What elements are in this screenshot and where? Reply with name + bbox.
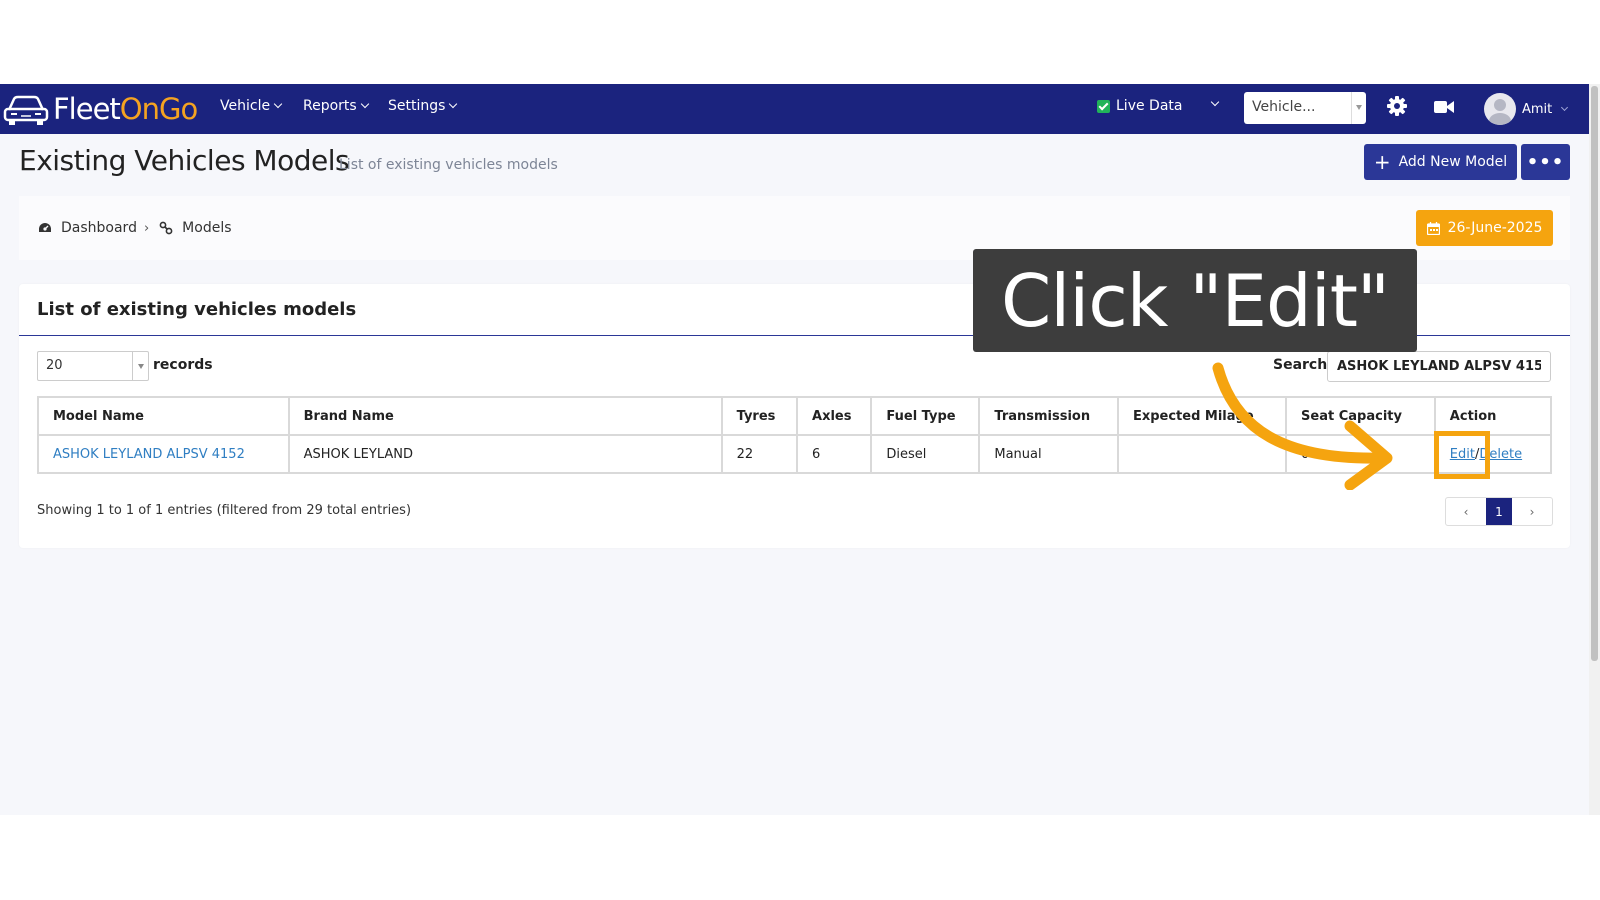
plus-icon: + [1373, 150, 1391, 174]
page-title: Existing Vehicles Models [19, 144, 350, 177]
dashboard-icon [39, 223, 51, 232]
cell-brand-name: ASHOK LEYLAND [287, 434, 723, 474]
video-camera-icon[interactable] [1434, 99, 1454, 115]
avatar [1484, 93, 1516, 125]
model-name-link[interactable]: ASHOK LEYLAND ALPSV 4152 [53, 447, 245, 462]
cell-model-name: ASHOK LEYLAND ALPSV 4152 [37, 434, 290, 474]
car-logo-icon [3, 95, 49, 125]
brand-name: FleetOnGo [53, 92, 198, 126]
live-data-checkbox[interactable] [1097, 99, 1110, 113]
gear-icon[interactable] [1387, 96, 1407, 116]
add-new-model-label: Add New Model [1398, 154, 1508, 170]
breadcrumb-separator: › [143, 220, 150, 236]
edit-highlight-box [1434, 431, 1490, 479]
calendar-icon [1426, 221, 1440, 235]
scrollbar-thumb[interactable] [1591, 86, 1598, 661]
vehicle-select-value: Vehicle... [1252, 99, 1316, 115]
column-header[interactable]: Model Name [37, 396, 290, 436]
date-button[interactable]: 26-June-2025 [1416, 210, 1553, 246]
breadcrumb: Dashboard › Models [38, 220, 232, 236]
chevron-down-icon [360, 99, 369, 109]
pagination: ‹ 1 › [1445, 497, 1553, 526]
cell-transmission: Manual [978, 434, 1119, 474]
page-scrollbar[interactable] [1589, 84, 1600, 815]
more-options-button[interactable]: ••• [1521, 144, 1570, 180]
brand-logo[interactable]: FleetOnGo [3, 90, 198, 128]
pagination-next-button[interactable]: › [1512, 498, 1552, 525]
select-arrow-icon [132, 352, 148, 380]
link-icon [159, 221, 173, 235]
add-new-model-button[interactable]: + Add New Model [1364, 144, 1517, 180]
pagination-page-1[interactable]: 1 [1486, 498, 1512, 525]
column-header[interactable]: Action [1433, 396, 1553, 436]
nav-menu-reports[interactable]: Reports [303, 98, 369, 114]
app-screen: FleetOnGo Vehicle Reports Settings Live … [0, 84, 1589, 815]
nav-menu-vehicle[interactable]: Vehicle [220, 98, 283, 114]
tutorial-arrow-icon [1212, 362, 1393, 490]
card-title: List of existing vehicles models [37, 299, 357, 320]
live-data-label: Live Data [1116, 98, 1183, 114]
page-length-select[interactable]: 20 [37, 351, 149, 381]
date-label: 26-June-2025 [1447, 220, 1543, 236]
column-header[interactable]: Brand Name [287, 396, 723, 436]
cell-fuel-type: Diesel [870, 434, 981, 474]
column-header[interactable]: Tyres [720, 396, 799, 436]
nav-menu-settings-label: Settings [388, 98, 446, 114]
nav-menu-reports-label: Reports [303, 98, 357, 114]
pagination-prev-button[interactable]: ‹ [1446, 498, 1486, 525]
table-info: Showing 1 to 1 of 1 entries (filtered fr… [37, 503, 412, 518]
live-data-dropdown-chevron-icon[interactable] [1210, 97, 1220, 107]
chevron-down-icon [273, 99, 283, 109]
nav-menu-settings[interactable]: Settings [388, 98, 458, 114]
chevron-down-icon [1561, 103, 1569, 111]
breadcrumb-models: Models [182, 220, 232, 236]
breadcrumb-dashboard[interactable]: Dashboard [61, 220, 137, 236]
records-label: records [153, 357, 213, 373]
user-name: Amit [1522, 101, 1553, 117]
vehicle-select[interactable]: Vehicle... [1244, 92, 1366, 124]
cell-tyres: 22 [720, 434, 799, 474]
column-header[interactable]: Transmission [978, 396, 1119, 436]
select-arrow-icon [1351, 92, 1366, 124]
cell-axles: 6 [796, 434, 873, 474]
column-header[interactable]: Fuel Type [870, 396, 981, 436]
top-navbar: FleetOnGo Vehicle Reports Settings Live … [0, 84, 1589, 134]
page-length-value: 20 [46, 358, 63, 373]
column-header[interactable]: Axles [796, 396, 873, 436]
tutorial-callout: Click "Edit" [973, 249, 1417, 352]
live-data-toggle[interactable]: Live Data [1097, 98, 1182, 114]
chevron-down-icon [449, 99, 458, 109]
more-options-label: ••• [1526, 151, 1565, 173]
user-menu[interactable]: Amit [1484, 93, 1569, 125]
nav-menu-vehicle-label: Vehicle [220, 98, 271, 114]
page-subtitle: List of existing vehicles models [339, 157, 558, 173]
